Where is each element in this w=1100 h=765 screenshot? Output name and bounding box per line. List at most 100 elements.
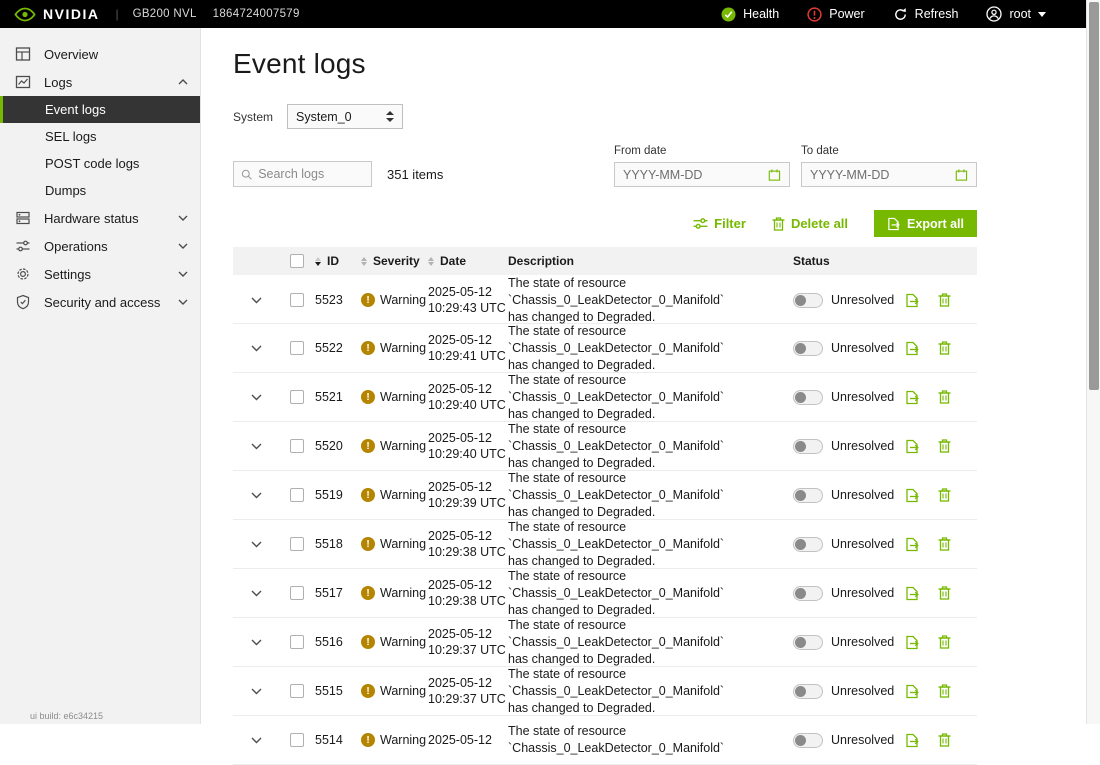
search-icon — [241, 168, 252, 181]
column-header-id[interactable]: ID — [315, 254, 361, 268]
warning-icon: ! — [361, 439, 375, 453]
export-row-icon[interactable] — [905, 586, 919, 601]
delete-row-icon[interactable] — [938, 537, 951, 551]
export-row-icon[interactable] — [905, 537, 919, 552]
row-checkbox[interactable] — [290, 341, 304, 355]
row-expand-chevron-icon[interactable] — [251, 688, 262, 695]
export-row-icon[interactable] — [905, 684, 919, 699]
row-expand-chevron-icon[interactable] — [251, 737, 262, 744]
system-label: System — [233, 110, 273, 124]
row-checkbox[interactable] — [290, 439, 304, 453]
table-row: 5523 ! Warning 2025-05-12 10:29:43 UTC T… — [233, 275, 977, 324]
severity-label: Warning — [380, 341, 426, 355]
export-all-label: Export all — [907, 217, 964, 231]
sidebar-item-event-logs[interactable]: Event logs — [0, 96, 200, 123]
sidebar-item-overview[interactable]: Overview — [0, 40, 200, 68]
sort-icon — [361, 257, 368, 266]
to-date-input[interactable] — [810, 168, 955, 182]
user-menu[interactable]: root — [986, 6, 1046, 22]
sidebar-item-operations[interactable]: Operations — [0, 232, 200, 260]
search-logs-input[interactable] — [258, 167, 364, 181]
row-description: The state of resource `Chassis_0_LeakDet… — [508, 421, 793, 472]
delete-row-icon[interactable] — [938, 635, 951, 649]
row-expand-chevron-icon[interactable] — [251, 590, 262, 597]
status-label: Unresolved — [831, 341, 894, 355]
delete-row-icon[interactable] — [938, 293, 951, 307]
resolve-toggle[interactable] — [793, 390, 823, 405]
column-header-date[interactable]: Date — [428, 253, 508, 269]
resolve-toggle[interactable] — [793, 684, 823, 699]
row-id: 5515 — [315, 684, 361, 698]
calendar-icon[interactable] — [768, 168, 781, 182]
row-expand-chevron-icon[interactable] — [251, 297, 262, 304]
export-row-icon[interactable] — [905, 733, 919, 748]
page-title: Event logs — [233, 48, 1086, 80]
sidebar-item-dumps[interactable]: Dumps — [0, 177, 200, 204]
row-checkbox[interactable] — [290, 733, 304, 747]
resolve-toggle[interactable] — [793, 733, 823, 748]
vertical-scrollbar[interactable] — [1086, 0, 1100, 724]
warning-icon: ! — [361, 488, 375, 502]
delete-all-button[interactable]: Delete all — [772, 216, 848, 231]
sidebar-item-logs[interactable]: Logs — [0, 68, 200, 96]
column-header-severity[interactable]: Severity — [361, 254, 428, 268]
row-expand-chevron-icon[interactable] — [251, 394, 262, 401]
scrollbar-thumb[interactable] — [1089, 2, 1099, 390]
row-checkbox[interactable] — [290, 293, 304, 307]
row-expand-chevron-icon[interactable] — [251, 492, 262, 499]
export-row-icon[interactable] — [905, 439, 919, 454]
health-button[interactable]: Health — [721, 7, 779, 22]
sidebar-item-hardware-status[interactable]: Hardware status — [0, 204, 200, 232]
export-row-icon[interactable] — [905, 635, 919, 650]
row-expand-chevron-icon[interactable] — [251, 345, 262, 352]
row-checkbox[interactable] — [290, 684, 304, 698]
status-label: Unresolved — [831, 293, 894, 307]
resolve-toggle[interactable] — [793, 537, 823, 552]
resolve-toggle[interactable] — [793, 488, 823, 503]
sidebar-item-label: Operations — [44, 239, 108, 254]
sidebar-item-label: Security and access — [44, 295, 160, 310]
row-checkbox[interactable] — [290, 488, 304, 502]
calendar-icon[interactable] — [955, 168, 968, 182]
export-row-icon[interactable] — [905, 341, 919, 356]
main-content: Event logs System System_0 351 items Fro… — [202, 28, 1086, 724]
from-date-input[interactable] — [623, 168, 768, 182]
export-all-button[interactable]: Export all — [874, 210, 977, 237]
severity-label: Warning — [380, 390, 426, 404]
sidebar-subitem-label: SEL logs — [45, 129, 97, 144]
power-button[interactable]: Power — [807, 7, 864, 22]
row-expand-chevron-icon[interactable] — [251, 443, 262, 450]
warning-icon: ! — [361, 293, 375, 307]
delete-row-icon[interactable] — [938, 390, 951, 404]
delete-row-icon[interactable] — [938, 439, 951, 453]
resolve-toggle[interactable] — [793, 341, 823, 356]
row-expand-chevron-icon[interactable] — [251, 541, 262, 548]
export-row-icon[interactable] — [905, 488, 919, 503]
delete-row-icon[interactable] — [938, 488, 951, 502]
row-checkbox[interactable] — [290, 390, 304, 404]
delete-row-icon[interactable] — [938, 684, 951, 698]
resolve-toggle[interactable] — [793, 439, 823, 454]
sidebar-item-sel-logs[interactable]: SEL logs — [0, 123, 200, 150]
nvidia-logo[interactable]: NVIDIA — [14, 6, 99, 22]
delete-row-icon[interactable] — [938, 341, 951, 355]
resolve-toggle[interactable] — [793, 293, 823, 308]
row-checkbox[interactable] — [290, 537, 304, 551]
filter-button[interactable]: Filter — [693, 216, 746, 231]
select-all-checkbox[interactable] — [290, 254, 304, 268]
system-select[interactable]: System_0 — [287, 104, 403, 129]
row-expand-chevron-icon[interactable] — [251, 639, 262, 646]
sidebar-item-settings[interactable]: Settings — [0, 260, 200, 288]
sidebar-item-post-code-logs[interactable]: POST code logs — [0, 150, 200, 177]
resolve-toggle[interactable] — [793, 586, 823, 601]
row-checkbox[interactable] — [290, 635, 304, 649]
delete-row-icon[interactable] — [938, 733, 951, 747]
refresh-button[interactable]: Refresh — [893, 7, 959, 22]
delete-row-icon[interactable] — [938, 586, 951, 600]
row-checkbox[interactable] — [290, 586, 304, 600]
resolve-toggle[interactable] — [793, 635, 823, 650]
export-row-icon[interactable] — [905, 390, 919, 405]
row-date: 2025-05-12 10:29:37 UTC — [428, 626, 508, 658]
export-row-icon[interactable] — [905, 293, 919, 308]
sidebar-item-security-and-access[interactable]: Security and access — [0, 288, 200, 316]
